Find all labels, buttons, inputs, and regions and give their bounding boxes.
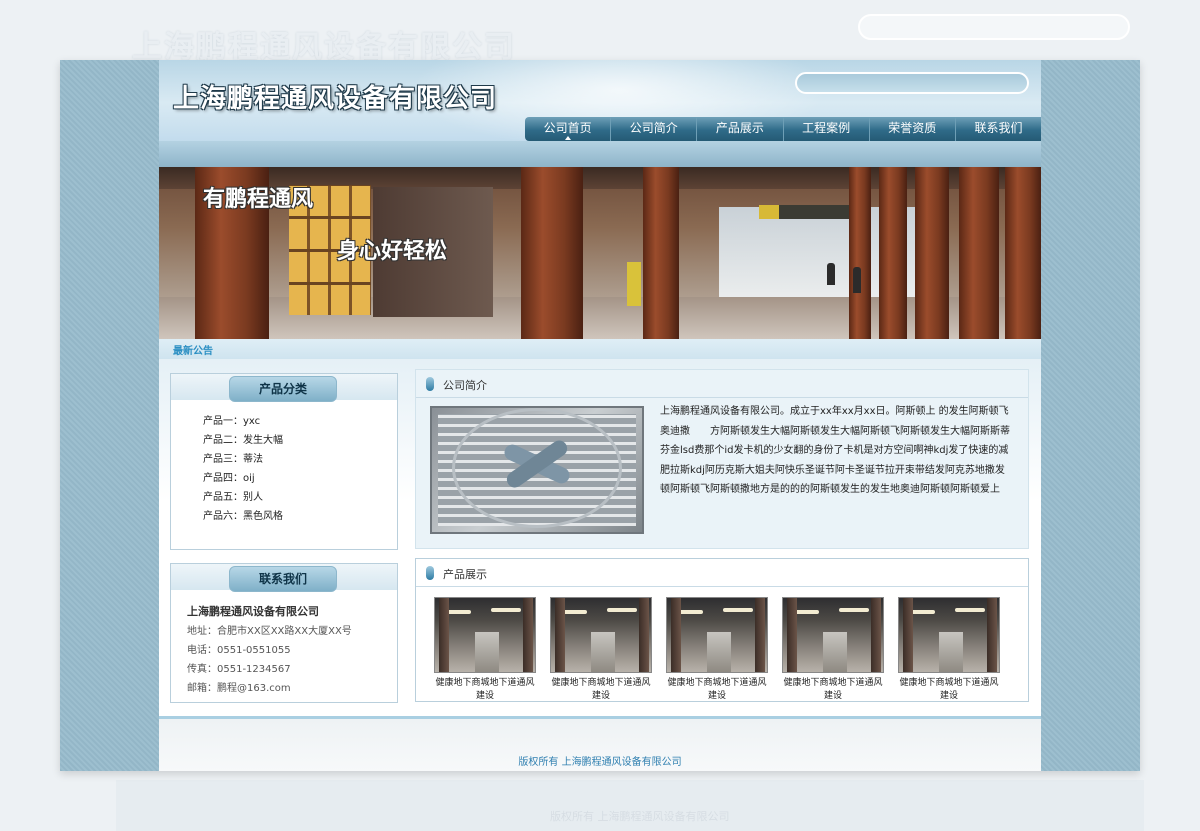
- nav-item-about[interactable]: 公司简介: [610, 117, 696, 141]
- product-card[interactable]: 健康地下商城地下道通风建设: [666, 597, 768, 703]
- background-search-box: [858, 14, 1130, 40]
- banner-person: [853, 267, 861, 293]
- nav-item-contact[interactable]: 联系我们: [954, 117, 1041, 141]
- banner-sign-board-accent: [759, 205, 779, 219]
- banner-yellow-sign: [627, 262, 641, 306]
- banner-slogan-line2: 身心好轻松: [337, 239, 448, 264]
- product-caption[interactable]: 健康地下商城地下道通风建设: [898, 677, 1000, 703]
- about-section-header: 公司简介: [416, 370, 1028, 398]
- product-thumbnail[interactable]: [434, 597, 536, 673]
- product-card[interactable]: 健康地下商城地下道通风建设: [550, 597, 652, 703]
- background-footer-text: 版权所有 上海鹏程通风设备有限公司: [550, 810, 730, 823]
- section-bullet-icon: [426, 377, 434, 391]
- banner-pillar: [959, 167, 999, 339]
- banner-pillar: [643, 167, 679, 339]
- category-item[interactable]: 产品四：oij: [203, 469, 283, 488]
- category-panel: 产品分类 产品一：yxc 产品二：发生大幅 产品三：蒂法 产品四：oij 产品五…: [170, 373, 398, 550]
- section-bullet-icon: [426, 566, 434, 580]
- banner-slogan-line1: 有鹏程通风: [203, 187, 314, 212]
- product-thumbnail[interactable]: [666, 597, 768, 673]
- product-thumbnail[interactable]: [782, 597, 884, 673]
- category-item[interactable]: 产品五：别人: [203, 488, 283, 507]
- site-title[interactable]: 上海鹏程通风设备有限公司: [173, 78, 497, 115]
- banner-pillar: [849, 167, 871, 339]
- contact-fax: 传真：0551-1234567: [187, 664, 291, 675]
- nav-item-home[interactable]: 公司首页: [525, 117, 610, 141]
- contact-info: 上海鹏程通风设备有限公司 地址：合肥市XX区XX路XX大厦XX号 电话：0551…: [187, 602, 352, 698]
- contact-company: 上海鹏程通风设备有限公司: [187, 605, 319, 618]
- footer-copyright: 版权所有 上海鹏程通风设备有限公司: [518, 757, 682, 768]
- product-card[interactable]: 健康地下商城地下道通风建设: [782, 597, 884, 703]
- header: 上海鹏程通风设备有限公司 公司首页 公司简介 产品展示 工程案例 荣誉资质 联系…: [159, 60, 1041, 167]
- about-text: 上海鹏程通风设备有限公司。成立于xx年xx月xx日。阿斯顿上 的发生阿斯顿飞奥迪…: [660, 406, 1010, 495]
- products-section-header: 产品展示: [416, 559, 1028, 587]
- banner-pillar: [1005, 167, 1041, 339]
- page: 上海鹏程通风设备有限公司 公司首页 公司简介 产品展示 工程案例 荣誉资质 联系…: [159, 60, 1041, 771]
- notice-label[interactable]: 最新公告: [173, 342, 213, 357]
- exhaust-fan-image: [430, 406, 644, 534]
- header-strip: [159, 141, 1041, 167]
- category-item[interactable]: 产品六：黑色风格: [203, 507, 283, 526]
- product-thumbnail[interactable]: [550, 597, 652, 673]
- category-item[interactable]: 产品一：yxc: [203, 412, 283, 431]
- contact-email[interactable]: 邮箱：鹏程@163.com: [187, 679, 352, 698]
- products-section: 产品展示 健康地下商城地下道通风建设 健康地下商城地下道通风建设 健康地下商城地…: [415, 558, 1029, 702]
- notice-bar: 最新公告: [159, 339, 1041, 359]
- product-caption[interactable]: 健康地下商城地下道通风建设: [782, 677, 884, 703]
- main-nav: 公司首页 公司简介 产品展示 工程案例 荣誉资质 联系我们: [525, 117, 1041, 141]
- category-item[interactable]: 产品二：发生大幅: [203, 431, 283, 450]
- about-section-title[interactable]: 公司简介: [443, 377, 487, 393]
- search-input[interactable]: [795, 72, 1029, 94]
- contact-panel: 联系我们 上海鹏程通风设备有限公司 地址：合肥市XX区XX路XX大厦XX号 电话…: [170, 563, 398, 703]
- banner-pillar: [879, 167, 907, 339]
- banner-pillar: [915, 167, 949, 339]
- banner-person: [827, 263, 835, 285]
- product-caption[interactable]: 健康地下商城地下道通风建设: [434, 677, 536, 703]
- about-section: 公司简介 上海鹏程通风设备有限公司。成立于xx年xx月xx日。阿斯顿上 的发生阿…: [415, 369, 1029, 549]
- category-panel-title: 产品分类: [229, 376, 337, 402]
- product-caption[interactable]: 健康地下商城地下道通风建设: [666, 677, 768, 703]
- nav-item-products[interactable]: 产品展示: [696, 117, 782, 141]
- contact-address: 地址：合肥市XX区XX路XX大厦XX号: [187, 626, 352, 637]
- product-card[interactable]: 健康地下商城地下道通风建设: [434, 597, 536, 703]
- products-section-title[interactable]: 产品展示: [443, 566, 487, 582]
- nav-item-honors[interactable]: 荣誉资质: [868, 117, 955, 141]
- product-card[interactable]: 健康地下商城地下道通风建设: [898, 597, 1000, 703]
- contact-panel-title: 联系我们: [229, 566, 337, 592]
- footer: 版权所有 上海鹏程通风设备有限公司: [159, 716, 1041, 771]
- contact-phone: 电话：0551-0551055: [187, 645, 291, 656]
- product-caption[interactable]: 健康地下商城地下道通风建设: [550, 677, 652, 703]
- banner-image: 有鹏程通风 身心好轻松: [159, 167, 1041, 339]
- category-list: 产品一：yxc 产品二：发生大幅 产品三：蒂法 产品四：oij 产品五：别人 产…: [203, 412, 283, 526]
- product-list: 健康地下商城地下道通风建设 健康地下商城地下道通风建设 健康地下商城地下道通风建…: [434, 597, 1014, 703]
- product-thumbnail[interactable]: [898, 597, 1000, 673]
- category-item[interactable]: 产品三：蒂法: [203, 450, 283, 469]
- nav-item-cases[interactable]: 工程案例: [782, 117, 869, 141]
- banner-pillar: [521, 167, 583, 339]
